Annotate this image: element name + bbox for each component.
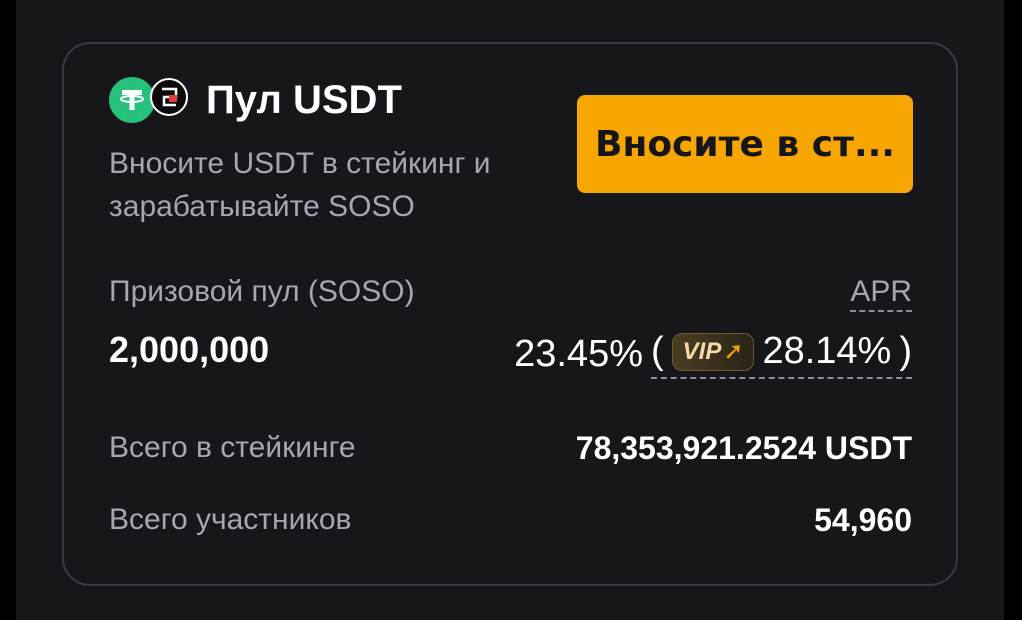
vip-label: VIP <box>682 337 722 365</box>
pool-title: Пул USDT <box>206 78 402 122</box>
vip-badge: VIP ➚ <box>671 332 755 371</box>
apr-label-text: APR <box>850 275 912 312</box>
participants-label: Всего участников <box>109 503 352 536</box>
participants-value: 54,960 <box>814 502 912 538</box>
paren-close: ) <box>899 330 912 372</box>
vip-arrow-icon: ➚ <box>723 338 744 365</box>
usdt-coin-icon <box>109 77 155 123</box>
total-staked-label: Всего в стейкинге <box>109 431 356 464</box>
total-staked-value: 78,353,921.2524 USDT <box>575 430 912 466</box>
apr-value: 23.45% <box>514 333 643 375</box>
paren-open: ( <box>651 330 664 372</box>
soso-coin-icon <box>150 78 188 116</box>
pool-description: Вносите USDT в стейкинг и зарабатывайте … <box>109 147 491 223</box>
apr-values: 23.45% ( VIP ➚ 28.14% ) <box>514 330 912 379</box>
prize-pool-value: 2,000,000 <box>109 329 270 370</box>
vip-apr-value: 28.14% <box>762 330 892 372</box>
vip-apr-group[interactable]: ( VIP ➚ 28.14% ) <box>651 330 912 379</box>
apr-label[interactable]: APR <box>850 272 912 312</box>
stake-button[interactable]: Вносите в ст... <box>577 95 913 193</box>
pool-card[interactable]: Пул USDT Вносите USDT в стейкинг и зараб… <box>62 42 958 586</box>
prize-pool-label: Призовой пул (SOSO) <box>109 275 415 308</box>
